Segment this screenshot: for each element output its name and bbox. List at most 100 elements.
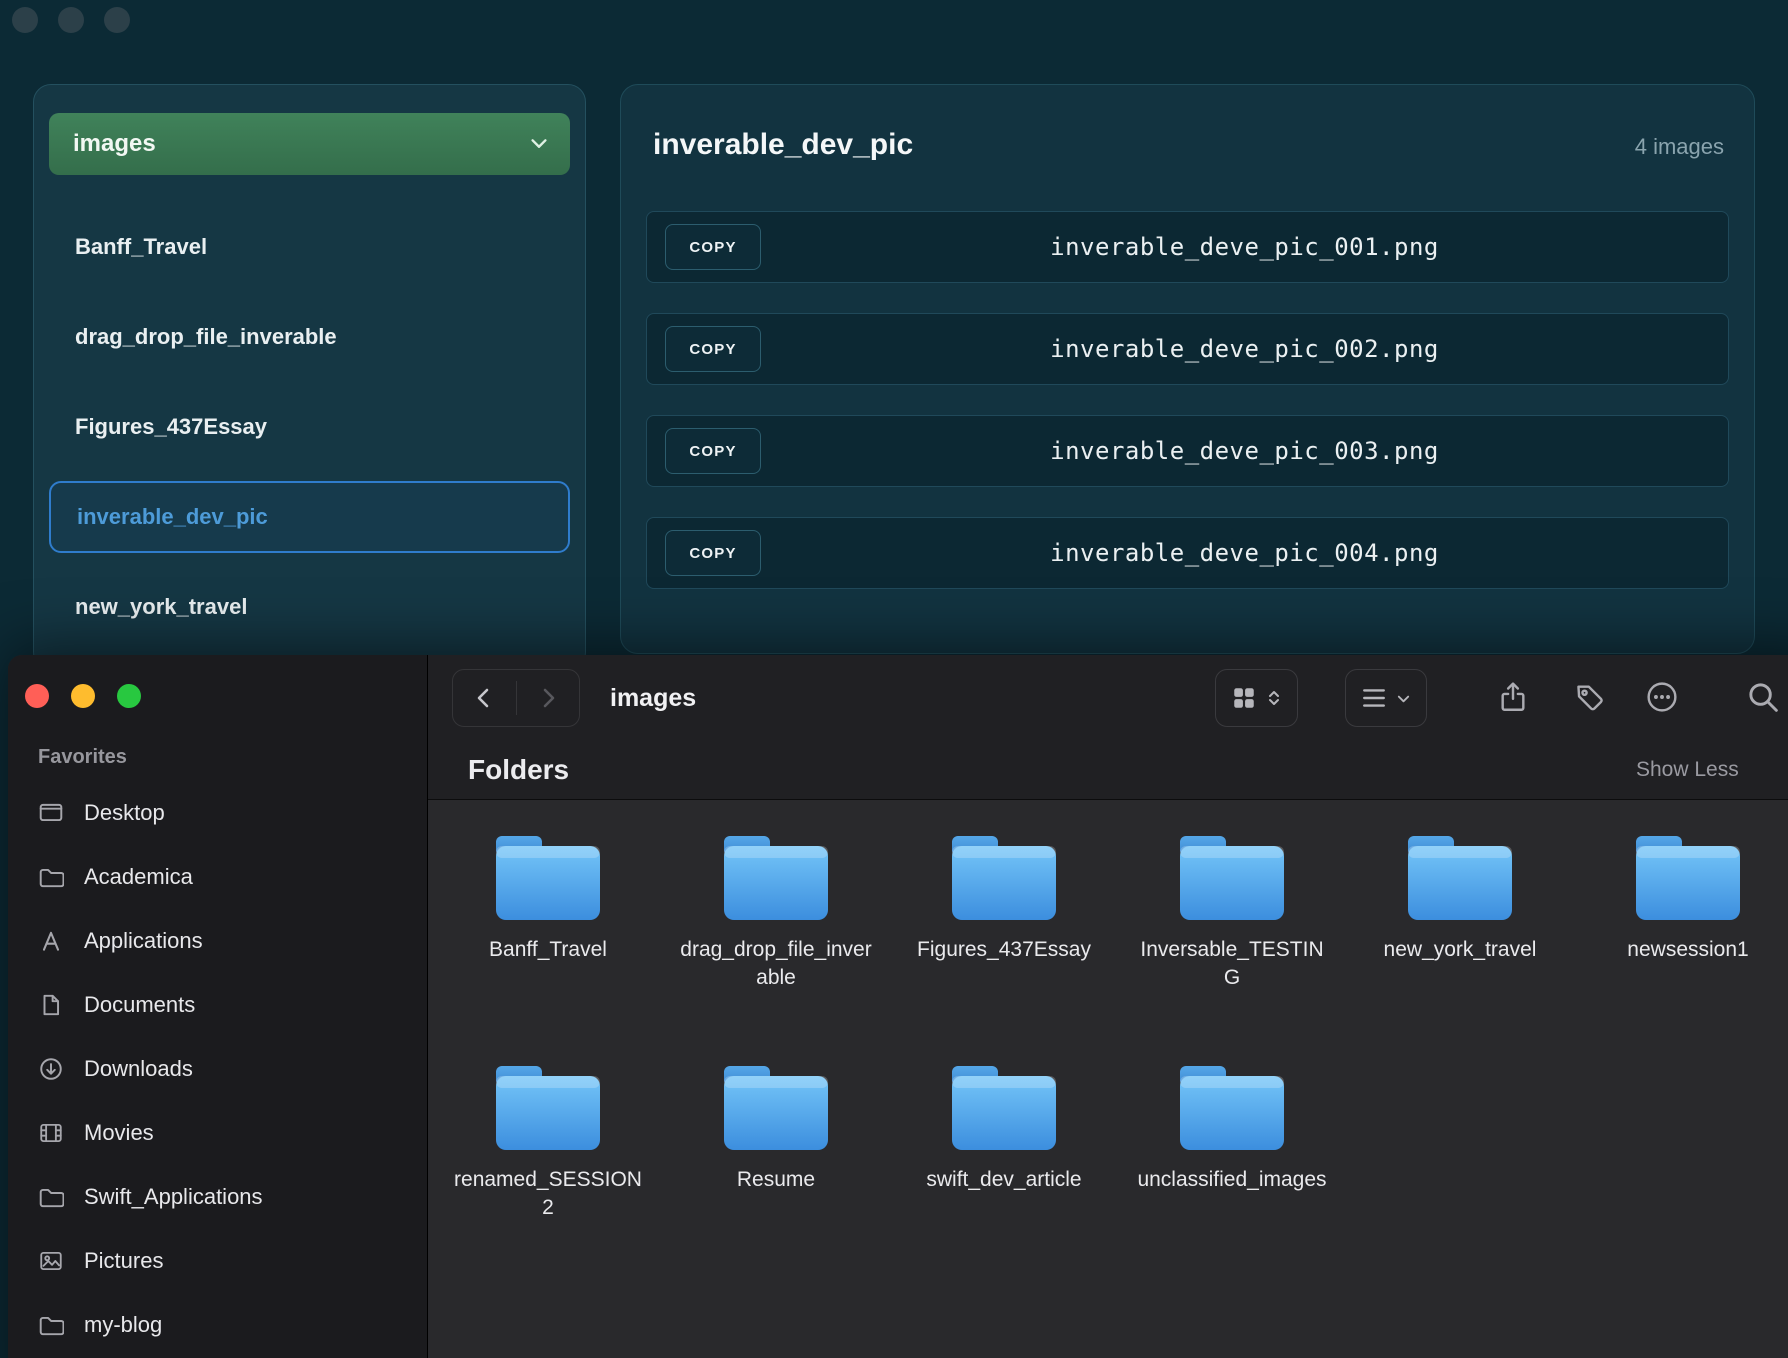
folder-list-item[interactable]: drag_drop_file_inverable: [34, 292, 585, 382]
window-dot[interactable]: [12, 7, 38, 33]
sidebar-item-swift-applications[interactable]: Swift_Applications: [8, 1165, 427, 1229]
folder-list-item[interactable]: Banff_Travel: [34, 202, 585, 292]
traffic-lights: [8, 655, 427, 708]
zoom-button[interactable]: [117, 684, 141, 708]
folder-list-panel: images Banff_Travel drag_drop_file_inver…: [33, 84, 586, 670]
folder-item[interactable]: drag_drop_file_inverable: [662, 830, 890, 1030]
downloads-icon: [36, 1056, 66, 1082]
folder-name: swift_dev_article: [907, 1166, 1101, 1194]
copy-button[interactable]: COPY: [665, 530, 761, 576]
share-icon[interactable]: [1496, 680, 1530, 714]
copy-button[interactable]: COPY: [665, 428, 761, 474]
sidebar-section-label: Favorites: [38, 746, 427, 769]
sidebar-item-academica[interactable]: Academica: [8, 845, 427, 909]
folder-list: Banff_Travel drag_drop_file_inverable Fi…: [34, 202, 585, 652]
file-name: inverable_deve_pic_003.png: [761, 437, 1728, 465]
minimize-button[interactable]: [71, 684, 95, 708]
folder-list-item[interactable]: Figures_437Essay: [34, 382, 585, 472]
nav-buttons: [452, 669, 580, 727]
panel-header: inverable_dev_pic 4 images: [621, 85, 1754, 165]
group-rows-icon: [1361, 685, 1387, 711]
window-dot[interactable]: [104, 7, 130, 33]
folder-icon: [487, 830, 609, 926]
search-icon[interactable]: [1746, 680, 1780, 714]
chevron-down-icon: [1396, 691, 1411, 706]
icon-view-button[interactable]: [1215, 669, 1298, 727]
folder-name: unclassified_images: [1135, 1166, 1329, 1194]
folder-name: Figures_437Essay: [907, 936, 1101, 964]
sidebar-item-movies[interactable]: Movies: [8, 1101, 427, 1165]
copy-button[interactable]: COPY: [665, 326, 761, 372]
folder-item[interactable]: swift_dev_article: [890, 1060, 1118, 1260]
tag-icon[interactable]: [1573, 680, 1607, 714]
folder-name: Banff_Travel: [451, 936, 645, 964]
sidebar-item-label: Documents: [84, 992, 195, 1018]
sidebar-item-my-blog[interactable]: my-blog: [8, 1293, 427, 1357]
folder-item[interactable]: new_york_travel: [1346, 830, 1574, 1030]
back-button[interactable]: [453, 684, 516, 712]
folder-icon: [943, 1060, 1065, 1156]
folder-list-item[interactable]: new_york_travel: [34, 562, 585, 652]
folder-icon: [715, 830, 837, 926]
folder-icon: [487, 1060, 609, 1156]
pictures-icon: [36, 1248, 66, 1274]
folder-name: new_york_travel: [1363, 936, 1557, 964]
sidebar-item-applications[interactable]: Applications: [8, 909, 427, 973]
folder-icon: [1627, 830, 1749, 926]
finder-window: Favorites Desktop Academica Applications: [8, 655, 1788, 1358]
folder-icon: [1171, 830, 1293, 926]
folders-section-header: Folders Show Less: [428, 741, 1788, 800]
sidebar-item-desktop[interactable]: Desktop: [8, 781, 427, 845]
folder-icon: [36, 1312, 66, 1338]
folder-item[interactable]: Banff_Travel: [434, 830, 662, 1030]
folder-item[interactable]: newsession1: [1574, 830, 1788, 1030]
more-options-icon[interactable]: [1645, 680, 1679, 714]
folder-item[interactable]: unclassified_images: [1118, 1060, 1346, 1260]
folder-select[interactable]: images: [49, 113, 570, 175]
folder-list-item-selected[interactable]: inverable_dev_pic: [49, 481, 570, 553]
folder-name: renamed_SESSION2: [451, 1166, 645, 1223]
copy-button[interactable]: COPY: [665, 224, 761, 270]
folder-item[interactable]: Resume: [662, 1060, 890, 1260]
folder-item[interactable]: renamed_SESSION2: [434, 1060, 662, 1260]
folder-item[interactable]: Inversable_TESTING: [1118, 830, 1346, 1030]
applications-icon: [36, 928, 66, 954]
folder-name: Inversable_TESTING: [1135, 936, 1329, 993]
finder-main: images: [428, 655, 1788, 1358]
sidebar-items: Desktop Academica Applications Documents: [8, 781, 427, 1357]
desktop-icon: [36, 800, 66, 826]
window-dot[interactable]: [58, 7, 84, 33]
file-list: COPY inverable_deve_pic_001.png COPY inv…: [646, 211, 1729, 589]
chevron-down-icon: [528, 133, 550, 155]
folder-icon: [715, 1060, 837, 1156]
grid-view-icon: [1231, 685, 1257, 711]
folders-grid: Banff_Travel drag_drop_file_inverable Fi…: [434, 830, 1788, 1260]
file-row: COPY inverable_deve_pic_004.png: [646, 517, 1729, 589]
sidebar-item-label: my-blog: [84, 1312, 162, 1338]
file-name: inverable_deve_pic_004.png: [761, 539, 1728, 567]
close-button[interactable]: [25, 684, 49, 708]
sidebar-item-label: Movies: [84, 1120, 154, 1146]
movies-icon: [36, 1120, 66, 1146]
group-view-button[interactable]: [1345, 669, 1427, 727]
finder-sidebar: Favorites Desktop Academica Applications: [8, 655, 428, 1358]
folder-icon: [36, 864, 66, 890]
sidebar-item-downloads[interactable]: Downloads: [8, 1037, 427, 1101]
document-icon: [36, 992, 66, 1018]
folder-select-value: images: [73, 130, 156, 158]
file-name: inverable_deve_pic_002.png: [761, 335, 1728, 363]
chevron-up-down-icon: [1266, 689, 1282, 707]
sidebar-item-documents[interactable]: Documents: [8, 973, 427, 1037]
finder-toolbar: images: [428, 655, 1788, 741]
forward-button[interactable]: [517, 684, 580, 712]
sidebar-item-label: Desktop: [84, 800, 165, 826]
file-row: COPY inverable_deve_pic_001.png: [646, 211, 1729, 283]
sidebar-item-pictures[interactable]: Pictures: [8, 1229, 427, 1293]
window-controls: [12, 7, 130, 33]
sidebar-item-label: Academica: [84, 864, 193, 890]
folder-item[interactable]: Figures_437Essay: [890, 830, 1118, 1030]
file-name: inverable_deve_pic_001.png: [761, 233, 1728, 261]
sidebar-item-label: Downloads: [84, 1056, 193, 1082]
show-less-link[interactable]: Show Less: [1636, 758, 1739, 782]
folders-content: Banff_Travel drag_drop_file_inverable Fi…: [428, 800, 1788, 1358]
